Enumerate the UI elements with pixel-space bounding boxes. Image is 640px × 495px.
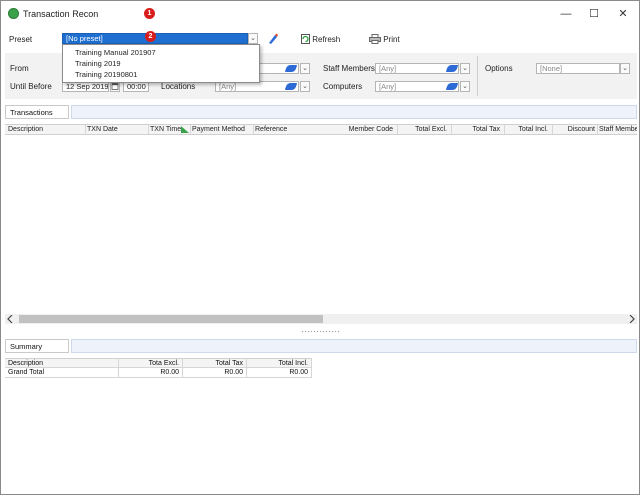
column-separator	[397, 125, 398, 134]
transactions-tab[interactable]: Transactions	[5, 105, 69, 119]
options-dropdown-button[interactable]: ⌄	[620, 63, 630, 74]
from-label: From	[10, 64, 29, 73]
callout-badge-2: 2	[145, 31, 156, 42]
staff-dropdown-button[interactable]: ⌄	[460, 63, 470, 74]
refresh-label: Refresh	[312, 35, 341, 44]
title-bar: Transaction Recon 1 — ☐ ✕	[1, 1, 639, 27]
summary-section-bar: Summary	[5, 339, 637, 355]
column-separator	[253, 125, 254, 134]
staff-members-label: Staff Members	[323, 64, 375, 73]
options-label: Options	[485, 64, 513, 73]
scroll-left-icon[interactable]	[7, 315, 13, 323]
pencil-eraser-icon	[269, 33, 278, 44]
printer-icon	[369, 34, 381, 44]
chevron-down-icon: ⌄	[462, 65, 468, 72]
calendar-icon	[111, 83, 119, 90]
transaction-recon-window: Transaction Recon 1 — ☐ ✕ Preset [No pre…	[0, 0, 640, 495]
col-description[interactable]: Description	[8, 125, 43, 134]
col-total-excl[interactable]: Total Excl.	[399, 125, 447, 134]
window-title: Transaction Recon	[23, 9, 99, 19]
column-separator	[597, 125, 598, 134]
transactions-horizontal-scrollbar[interactable]	[5, 314, 637, 324]
summary-col-incl: Total Incl.	[247, 358, 312, 368]
app-icon	[8, 8, 19, 19]
summary-row-tax: R0.00	[183, 368, 247, 378]
preset-option[interactable]: Training 20190801	[65, 70, 137, 79]
summary-row-description: Grand Total	[5, 368, 119, 378]
summary-tab[interactable]: Summary	[5, 339, 69, 353]
col-payment-method[interactable]: Payment Method	[192, 125, 245, 134]
summary-col-excl: Tota Excl.	[119, 358, 183, 368]
locations-dropdown-button[interactable]: ⌄	[300, 81, 310, 92]
column-separator	[85, 125, 86, 134]
col-discount[interactable]: Discount	[554, 125, 595, 134]
summary-col-description: Description	[5, 358, 119, 368]
transactions-header-fill	[71, 105, 637, 119]
column-separator	[190, 125, 191, 134]
refresh-button[interactable]: Refresh	[301, 34, 340, 44]
col-txn-time[interactable]: TXN Time	[150, 125, 181, 134]
col-member-code[interactable]: Member Code	[305, 125, 393, 134]
callout-badge-1: 1	[144, 8, 155, 19]
chevron-down-icon: ⌄	[302, 65, 308, 72]
preset-dropdown-list: Training Manual 201907 Training 2019 Tra…	[62, 44, 260, 83]
close-button[interactable]: ✕	[609, 5, 637, 23]
preset-label: Preset	[9, 35, 33, 44]
chevron-down-icon: ⌄	[302, 83, 308, 90]
chevron-down-icon: ⌄	[462, 83, 468, 90]
clear-preset-button[interactable]	[268, 33, 278, 44]
scrollbar-thumb[interactable]	[19, 315, 323, 323]
col-txn-date[interactable]: TXN Date	[87, 125, 118, 134]
splitter-grip[interactable]	[301, 330, 341, 333]
maximize-button[interactable]: ☐	[580, 5, 608, 23]
sort-ascending-icon	[181, 126, 189, 133]
options-select[interactable]: [None]	[536, 63, 620, 74]
from-dropdown-button[interactable]: ⌄	[300, 63, 310, 74]
column-separator	[552, 125, 553, 134]
computers-dropdown-button[interactable]: ⌄	[460, 81, 470, 92]
locations-label: Locations	[161, 82, 196, 91]
summary-header-fill	[71, 339, 637, 353]
print-label: Print	[383, 35, 400, 44]
column-separator	[148, 125, 149, 134]
scroll-right-icon[interactable]	[629, 315, 635, 323]
col-total-tax[interactable]: Total Tax	[453, 125, 501, 134]
transactions-section-bar: Transactions	[5, 105, 637, 121]
print-button[interactable]: Print	[369, 34, 400, 44]
preset-dropdown-button[interactable]: ⌄	[248, 33, 258, 44]
summary-row-incl: R0.00	[247, 368, 312, 378]
transactions-table-header: Description TXN Date TXN Time Payment Me…	[5, 124, 637, 135]
column-separator	[504, 125, 505, 134]
filter-divider	[477, 56, 478, 96]
col-reference[interactable]: Reference	[255, 125, 287, 134]
preset-option[interactable]: Training 2019	[65, 59, 121, 68]
computers-label: Computers	[323, 82, 363, 91]
col-staff-member[interactable]: Staff Member	[599, 125, 637, 134]
summary-col-tax: Total Tax	[183, 358, 247, 368]
chevron-down-icon: ⌄	[622, 65, 628, 72]
chevron-down-icon: ⌄	[250, 35, 256, 42]
preset-option[interactable]: Training Manual 201907	[65, 48, 156, 57]
column-separator	[451, 125, 452, 134]
summary-row-excl: R0.00	[119, 368, 183, 378]
refresh-icon	[301, 34, 310, 44]
col-total-incl[interactable]: Total Incl.	[506, 125, 548, 134]
minimize-button[interactable]: —	[552, 5, 580, 23]
until-before-label: Until Before	[10, 82, 52, 91]
